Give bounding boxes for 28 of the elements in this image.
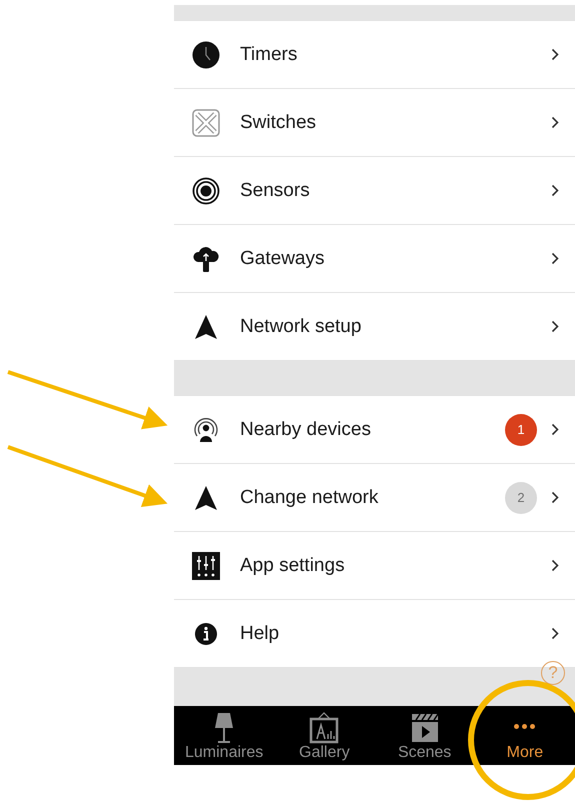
chevron-right-icon [551, 184, 559, 197]
clapperboard-icon [410, 712, 440, 744]
chevron-right-icon [551, 423, 559, 436]
tab[interactable]: Gallery [274, 706, 374, 765]
tab[interactable]: Luminaires [174, 706, 274, 765]
menu-item-label[interactable]: Change network [240, 486, 505, 508]
cross-square-icon [192, 108, 220, 136]
tab[interactable]: More [474, 706, 575, 765]
chevron-right-icon [551, 252, 559, 265]
chevron-right-icon [551, 627, 559, 640]
sliders-icon [192, 552, 220, 580]
tab[interactable]: Scenes [374, 706, 475, 765]
count-badge: 2 [505, 482, 537, 514]
target-icon [192, 176, 220, 204]
cloud-upload-icon [192, 244, 220, 272]
chevron-right-icon [551, 48, 559, 61]
navigation-arrow-icon [192, 484, 220, 512]
chevron-right-icon [551, 320, 559, 333]
broadcast-person-icon [192, 416, 220, 444]
count-badge: 1 [505, 414, 537, 446]
menu-item-label[interactable]: Nearby devices [240, 418, 505, 440]
chevron-right-icon [551, 559, 559, 572]
chevron-right-icon [551, 116, 559, 129]
chevron-right-icon [551, 491, 559, 504]
clock-icon [192, 40, 220, 68]
framed-picture-icon [309, 712, 340, 744]
navigation-arrow-icon [192, 312, 220, 340]
more-dots-icon [514, 724, 536, 729]
